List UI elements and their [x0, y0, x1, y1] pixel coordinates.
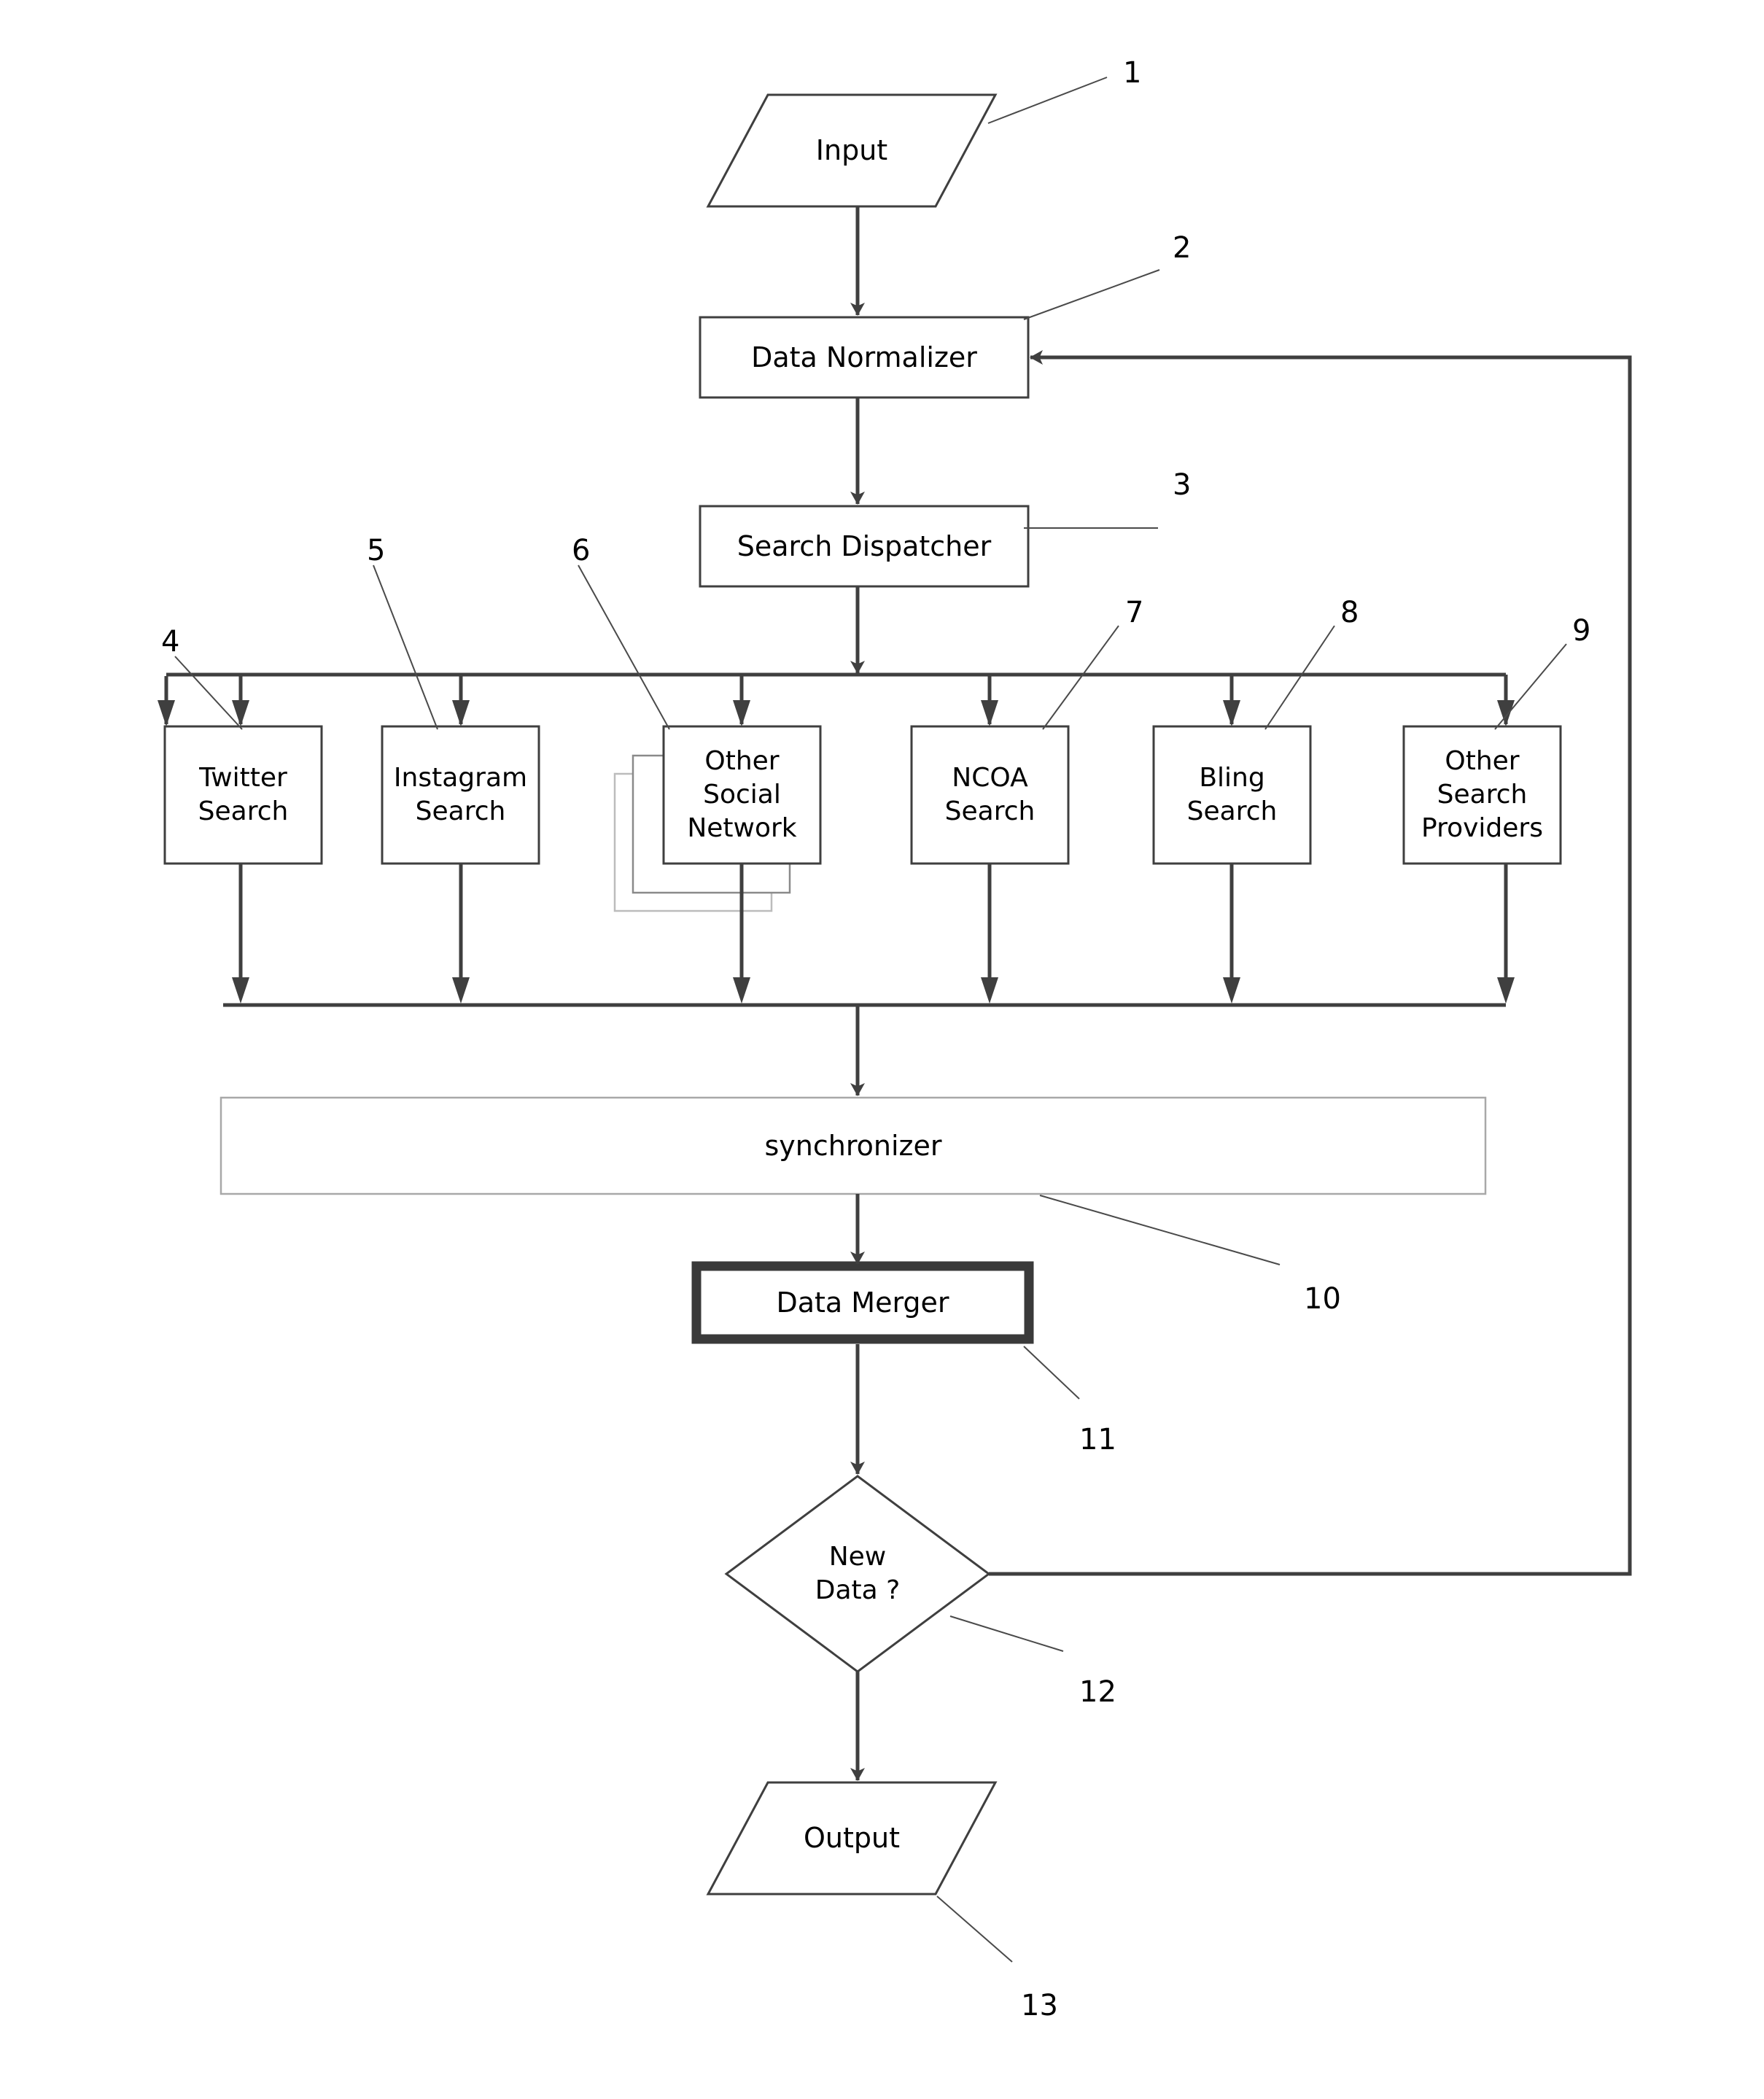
leader-2: [1023, 269, 1160, 320]
data-merger-shape: [691, 1261, 1034, 1344]
output-shape: [706, 1781, 998, 1896]
leader-7: [1042, 625, 1119, 730]
collect-arrowheads: [232, 977, 1515, 1004]
leader-10: [1039, 1195, 1281, 1265]
ref-numeral-7: 7: [1125, 596, 1144, 629]
twitter-search-shape: [163, 725, 323, 865]
other-search-providers-shape: [1402, 725, 1562, 865]
leader-4: [174, 656, 243, 730]
leader-1: [987, 77, 1108, 124]
ref-numeral-8: 8: [1340, 596, 1359, 629]
edge-decision-feedback-to-normalizer: [989, 350, 1632, 1576]
leader-11: [1023, 1346, 1080, 1400]
input-shape: [706, 93, 998, 208]
synchronizer-shape: [219, 1096, 1487, 1195]
ncoa-search-shape: [910, 725, 1070, 865]
leader-12: [949, 1615, 1064, 1652]
leader-13: [936, 1896, 1013, 1963]
ref-numeral-6: 6: [572, 534, 591, 567]
search-dispatcher-shape: [699, 505, 1030, 588]
ref-numeral-10: 10: [1304, 1282, 1341, 1316]
ref-numeral-3: 3: [1173, 468, 1192, 502]
ref-numeral-11: 11: [1079, 1423, 1116, 1456]
data-normalizer-shape: [699, 316, 1030, 399]
ref-numeral-2: 2: [1173, 231, 1192, 265]
ref-numeral-1: 1: [1123, 56, 1142, 90]
instagram-search-shape: [381, 725, 540, 865]
leader-6: [578, 564, 670, 730]
leader-5: [373, 564, 438, 730]
ref-numeral-13: 13: [1021, 1989, 1058, 2022]
ref-numeral-5: 5: [367, 534, 386, 567]
flowchart-canvas: Input Data Normalizer Search Dispatcher …: [0, 0, 1764, 2099]
leader-8: [1264, 625, 1335, 730]
other-social-network-shape: [662, 725, 822, 865]
new-data-decision-shape: [724, 1475, 991, 1673]
ref-numeral-9: 9: [1572, 614, 1591, 648]
bus-drop-arrowheads: [158, 700, 1515, 726]
flowchart-drawing: [158, 77, 1632, 1963]
bling-search-shape: [1152, 725, 1312, 865]
ref-numeral-4: 4: [161, 625, 180, 659]
ref-numeral-12: 12: [1079, 1675, 1116, 1709]
